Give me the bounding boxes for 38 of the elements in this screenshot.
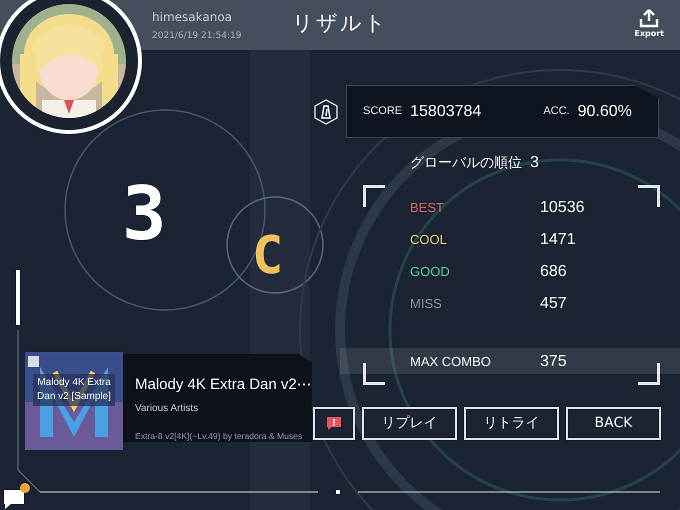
- rank-number: 3: [122, 177, 167, 251]
- max-combo-value: 375: [540, 352, 567, 372]
- score-label: SCORE: [363, 104, 402, 120]
- accuracy-value: 90.60%: [578, 102, 632, 122]
- page-title: リザルト: [292, 10, 388, 37]
- username: himesakanoa: [152, 9, 234, 26]
- cover-title: Malody 4K Extra Dan v2 [Sample]: [33, 374, 115, 406]
- judgement-label: BEST: [410, 199, 445, 218]
- global-rank-value: 3: [530, 153, 539, 173]
- song-title: Malody 4K Extra Dan v2⋯: [135, 375, 312, 395]
- chart-info: Extra-8 v2[4K](~Lv.49) by teradora & Muses: [135, 430, 304, 442]
- artist-name: Various Artists: [135, 402, 200, 416]
- global-rank-label: グローバルの順位: [410, 154, 522, 172]
- action-button[interactable]: BACK: [566, 407, 661, 440]
- judgement-count: 10536: [540, 198, 584, 218]
- max-combo-label: MAX COMBO: [410, 353, 492, 372]
- export-button[interactable]: Export: [634, 0, 664, 40]
- judgement-count: 457: [540, 294, 567, 314]
- judgement-count: 686: [540, 262, 567, 282]
- metronome-icon: [314, 98, 338, 124]
- date-time: 2021/6/19 21:54:19: [152, 30, 242, 43]
- upload-icon: [639, 8, 660, 28]
- chat-icon[interactable]: [2, 482, 30, 510]
- corner-mark: [638, 185, 660, 207]
- score-value: 15803784: [410, 102, 482, 122]
- report-button[interactable]: [313, 407, 355, 440]
- accuracy-label: ACC.: [543, 104, 570, 120]
- judgement-count: 1471: [540, 230, 576, 250]
- grade-letter: C: [252, 230, 284, 282]
- judgement-label: COOL: [410, 231, 448, 250]
- alert-icon: [326, 416, 342, 431]
- corner-mark: [363, 185, 385, 207]
- corner-mark: [363, 363, 385, 385]
- action-button[interactable]: リプレイ: [362, 407, 457, 440]
- action-button[interactable]: リトライ: [464, 407, 559, 440]
- corner-mark: [638, 363, 660, 385]
- judgement-label: MISS: [410, 295, 443, 314]
- judgement-label: GOOD: [410, 263, 451, 282]
